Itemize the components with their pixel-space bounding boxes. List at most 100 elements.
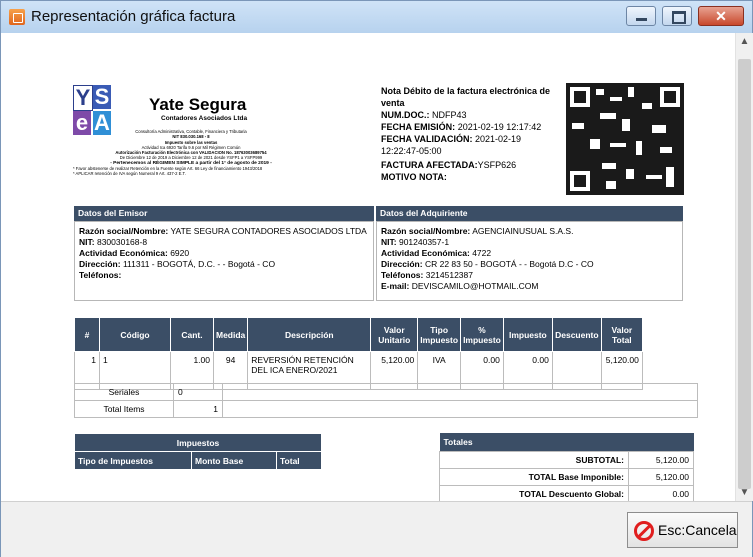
adq-telefonos-label: Teléfonos: xyxy=(381,270,424,280)
adquiriente-details: Razón social/Nombre: AGENCIAINUSUAL S.A.… xyxy=(376,221,683,301)
invoice-info: Nota Débito de la factura electrónica de… xyxy=(381,85,561,183)
totales-table: Totales SUBTOTAL: 5,120.00 TOTAL Base Im… xyxy=(439,433,694,501)
impuestos-col: Total xyxy=(276,451,322,470)
col-header: # xyxy=(74,317,100,352)
adq-email-value: DEVISCAMILO@HOTMAIL.COM xyxy=(411,281,539,291)
serials-table: Seriales 0 Total Items 1 xyxy=(74,383,698,418)
col-header: Tipo Impuesto xyxy=(417,317,462,352)
company-line: * APLICAR retención de IVA según Numeral… xyxy=(73,171,186,177)
adq-telefonos-value: 3214512387 xyxy=(425,270,473,280)
logo-letter: Y xyxy=(73,85,93,111)
adquiriente-header: Datos del Adquiriente xyxy=(376,206,683,221)
serials-value: 0 xyxy=(173,383,223,401)
emisor-actividad-label: Actividad Económica: xyxy=(79,248,168,258)
col-header: Descuento xyxy=(551,317,602,352)
minimize-button[interactable] xyxy=(626,6,656,26)
total-label: TOTAL Descuento Global: xyxy=(439,485,629,501)
impuestos-col: Tipo de Impuestos xyxy=(74,451,192,470)
emisor-direccion-value: 111311 - BOGOTÁ, D.C. - - Bogotá - CO xyxy=(122,259,276,269)
affected-value: YSFP626 xyxy=(477,160,517,170)
bottom-bar: Esc:Cancela xyxy=(1,501,752,557)
total-value: 5,120.00 xyxy=(628,468,694,486)
document-viewport[interactable]: Y S e A Yate Segura Contadores Asociados… xyxy=(1,33,735,501)
adq-nit-label: NIT: xyxy=(381,237,397,247)
scroll-up-icon[interactable]: ▲ xyxy=(736,33,753,50)
affected-label: FACTURA AFECTADA: xyxy=(381,160,478,170)
emisor-direccion-label: Dirección: xyxy=(79,259,121,269)
vertical-scrollbar[interactable]: ▲ ▼ xyxy=(735,33,753,501)
col-header: Cant. xyxy=(170,317,214,352)
table-row: TOTAL Descuento Global: 0.00 xyxy=(439,485,694,501)
emisor-nit-value: 830030168-8 xyxy=(96,237,148,247)
totales-header: Totales xyxy=(439,433,694,452)
col-header: Valor Total xyxy=(600,317,643,352)
serials-empty xyxy=(222,383,698,401)
col-header: Medida xyxy=(212,317,249,352)
motive-label: MOTIVO NOTA: xyxy=(381,172,447,182)
col-header: Descripción xyxy=(247,317,372,352)
col-header: Código xyxy=(99,317,171,352)
emisor-header: Datos del Emisor xyxy=(74,206,374,221)
scroll-down-icon[interactable]: ▼ xyxy=(736,484,753,501)
table-row: SUBTOTAL: 5,120.00 xyxy=(439,451,694,469)
emisor-details: Razón social/Nombre: YATE SEGURA CONTADO… xyxy=(74,221,374,301)
col-header: % Impuesto xyxy=(460,317,504,352)
scroll-thumb[interactable] xyxy=(738,59,751,489)
cancel-button[interactable]: Esc:Cancela xyxy=(627,512,738,548)
adq-razon-value: AGENCIAINUSUAL S.A.S. xyxy=(472,226,574,236)
invoice-heading: Nota Débito de la factura electrónica de… xyxy=(381,86,551,108)
total-label: TOTAL Base Imponible: xyxy=(439,468,629,486)
app-icon xyxy=(9,9,25,25)
cancel-icon xyxy=(634,521,654,541)
window-title: Representación gráfica factura xyxy=(31,8,236,25)
maximize-icon xyxy=(672,11,686,24)
close-icon: ✕ xyxy=(715,8,727,24)
serials-empty xyxy=(222,400,698,418)
table-row: Seriales 0 xyxy=(74,383,698,401)
title-bar: Representación gráfica factura ✕ xyxy=(1,1,752,33)
emisor-actividad-value: 6920 xyxy=(170,248,190,258)
adq-nit-value: 901240357-1 xyxy=(398,237,450,247)
company-lines: Consultoría Administrativa, Contable, Fi… xyxy=(73,129,309,177)
impuestos-header: Impuestos xyxy=(74,433,322,452)
num-doc-value: NDFP43 xyxy=(432,110,467,120)
emisor-razon-value: YATE SEGURA CONTADORES ASOCIADOS LTDA xyxy=(170,226,367,236)
company-logo: Y S e A xyxy=(73,85,125,135)
emission-label: FECHA EMISIÓN: xyxy=(381,122,456,132)
company-name: Yate Segura xyxy=(149,95,247,114)
logo-letter: S xyxy=(93,84,111,109)
emission-value: 2021-02-19 12:17:42 xyxy=(457,122,542,132)
total-label: SUBTOTAL: xyxy=(439,451,629,469)
minimize-icon xyxy=(636,18,647,21)
adq-email-label: E-mail: xyxy=(381,281,410,291)
num-doc-label: NUM.DOC.: xyxy=(381,110,430,120)
qr-code xyxy=(566,83,684,195)
impuestos-col: Monto Base xyxy=(191,451,277,470)
invoice-window: Representación gráfica factura ✕ Y S e A… xyxy=(0,0,753,557)
col-header: Impuesto xyxy=(502,317,553,352)
validation-label: FECHA VALIDACIÓN: xyxy=(381,134,473,144)
items-table: # Código Cant. Medida Descripción Valor … xyxy=(74,317,643,390)
total-items-label: Total Items xyxy=(74,400,174,418)
adq-actividad-value: 4722 xyxy=(472,248,492,258)
adq-razon-label: Razón social/Nombre: xyxy=(381,226,471,236)
close-button[interactable]: ✕ xyxy=(698,6,744,26)
maximize-button[interactable] xyxy=(662,6,692,26)
emisor-razon-label: Razón social/Nombre: xyxy=(79,226,169,236)
impuestos-table: Impuestos Tipo de Impuestos Monto Base T… xyxy=(74,433,322,470)
total-value: 5,120.00 xyxy=(628,451,694,469)
table-row: TOTAL Base Imponible: 5,120.00 xyxy=(439,468,694,486)
total-items-value: 1 xyxy=(173,400,223,418)
col-header: Valor Unitario xyxy=(370,317,419,352)
emisor-nit-label: NIT: xyxy=(79,237,95,247)
serials-label: Seriales xyxy=(74,383,174,401)
cancel-label: Esc:Cancela xyxy=(658,522,737,538)
adq-direccion-label: Dirección: xyxy=(381,259,423,269)
table-row: Total Items 1 xyxy=(74,400,698,418)
total-value: 0.00 xyxy=(628,485,694,501)
adq-direccion-value: CR 22 83 50 - BOGOTÁ - - Bogotá D.C - CO xyxy=(424,259,594,269)
adq-actividad-label: Actividad Económica: xyxy=(381,248,470,258)
company-subtitle: Contadores Asociados Ltda xyxy=(161,115,248,122)
emisor-telefonos-label: Teléfonos: xyxy=(79,270,122,280)
items-header-row: # Código Cant. Medida Descripción Valor … xyxy=(74,317,643,352)
